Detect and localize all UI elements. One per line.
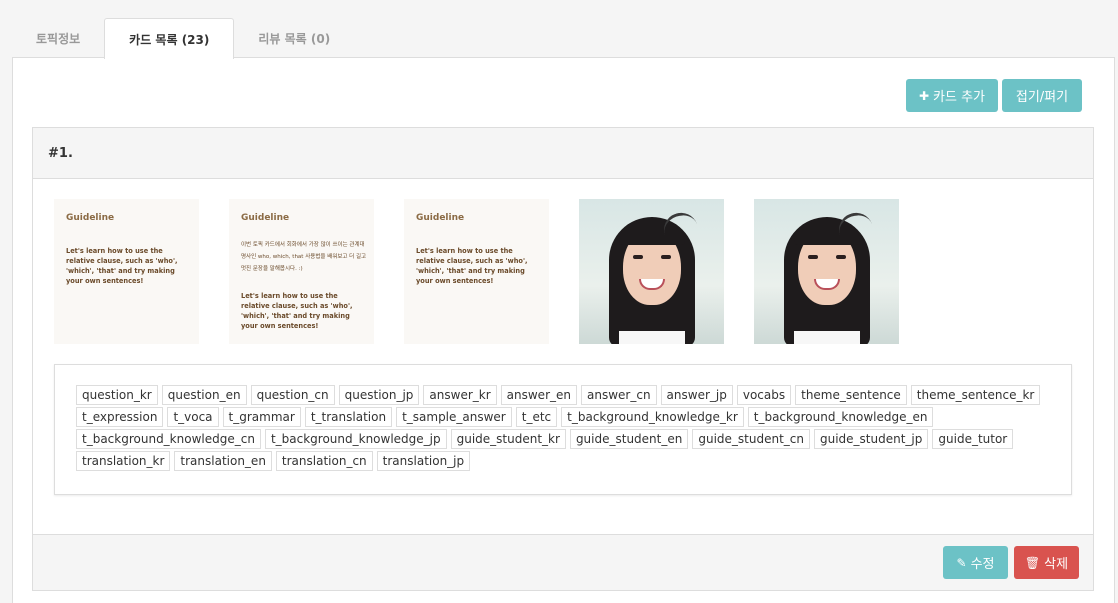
add-card-button[interactable]: ✚ 카드 추가 <box>906 79 998 112</box>
field-tag: t_translation <box>304 407 393 427</box>
field-tag: t_sample_answer <box>396 407 512 427</box>
field-tag: guide_student_jp <box>814 429 929 449</box>
edit-button[interactable]: ✎ 수정 <box>943 546 1008 579</box>
field-tag: theme_sentence <box>795 385 907 405</box>
portrait-photo[interactable] <box>579 199 724 344</box>
field-tag: answer_cn <box>581 385 657 405</box>
field-tag: translation_kr <box>76 451 171 471</box>
field-tag: t_background_knowledge_cn <box>76 429 261 449</box>
card-item: #1. Guideline Let's learn how to use the… <box>32 127 1094 591</box>
field-tag: t_background_knowledge_kr <box>561 407 744 427</box>
pencil-icon: ✎ <box>956 555 967 570</box>
field-tag: question_cn <box>250 385 335 405</box>
delete-button[interactable]: 🗑 삭제 <box>1014 546 1079 579</box>
trash-icon: 🗑 <box>1024 555 1041 570</box>
guideline-kr-text: 이번 토픽 카드에서 회화에서 가장 많이 쓰이는 관계대명사인 who, wh… <box>241 242 367 272</box>
card-toolbar: ✚ 카드 추가 접기/펴기 <box>906 79 1082 112</box>
field-tag: t_background_knowledge_jp <box>264 429 447 449</box>
field-tag: answer_kr <box>423 385 497 405</box>
field-tag: answer_jp <box>660 385 733 405</box>
edit-label: 수정 <box>970 557 995 572</box>
guideline-title: Guideline <box>66 213 115 223</box>
card-number: #1. <box>48 145 73 161</box>
field-tag: answer_en <box>500 385 577 405</box>
field-tag: guide_student_en <box>569 429 689 449</box>
field-tag: guide_student_cn <box>692 429 810 449</box>
tab-bar: 토픽정보 카드 목록 (23) 리뷰 목록 (0) <box>12 18 354 59</box>
field-tag: t_voca <box>167 407 219 427</box>
collapse-toggle-button[interactable]: 접기/펴기 <box>1002 79 1082 112</box>
card-footer: ✎ 수정 🗑 삭제 <box>33 534 1093 590</box>
field-tags: question_kr question_en question_cn questio… <box>76 385 1056 471</box>
portrait-photo[interactable] <box>754 199 899 344</box>
add-card-label: 카드 추가 <box>933 90 986 105</box>
collapse-toggle-label: 접기/펴기 <box>1015 90 1069 105</box>
card-header: #1. <box>33 128 1093 179</box>
delete-label: 삭제 <box>1044 557 1069 572</box>
field-tag: translation_en <box>174 451 272 471</box>
field-tag: guide_tutor <box>932 429 1014 449</box>
guideline-en-text: Let's learn how to use the relative clau… <box>416 247 528 285</box>
field-tag: vocabs <box>736 385 792 405</box>
field-tag: t_background_knowledge_en <box>747 407 934 427</box>
guideline-image[interactable]: Guideline 이번 토픽 카드에서 회화에서 가장 많이 쓰이는 관계대명… <box>229 199 374 344</box>
guideline-en-text: Let's learn how to use the relative clau… <box>241 292 353 330</box>
field-tag: guide_student_kr <box>450 429 566 449</box>
field-tag: translation_cn <box>275 451 373 471</box>
field-tag: translation_jp <box>376 451 471 471</box>
tab-review-list[interactable]: 리뷰 목록 (0) <box>234 18 354 58</box>
plus-icon: ✚ <box>918 88 930 103</box>
field-tag: question_kr <box>76 385 158 405</box>
field-tag: theme_sentence_kr <box>910 385 1041 405</box>
guideline-en-text: Let's learn how to use the relative clau… <box>66 247 178 285</box>
guideline-title: Guideline <box>416 213 465 223</box>
tab-card-list[interactable]: 카드 목록 (23) <box>104 18 235 59</box>
field-tag: t_etc <box>515 407 558 427</box>
guideline-title: Guideline <box>241 213 290 223</box>
guideline-image[interactable]: Guideline Let's learn how to use the rel… <box>404 199 549 344</box>
field-tags-box: question_kr question_en question_cn questio… <box>54 364 1072 495</box>
field-tag: t_expression <box>76 407 164 427</box>
tab-topic-info[interactable]: 토픽정보 <box>12 18 104 58</box>
card-images: Guideline Let's learn how to use the rel… <box>54 199 899 344</box>
field-tag: question_en <box>161 385 247 405</box>
field-tag: question_jp <box>338 385 420 405</box>
guideline-image[interactable]: Guideline Let's learn how to use the rel… <box>54 199 199 344</box>
field-tag: t_grammar <box>222 407 301 427</box>
